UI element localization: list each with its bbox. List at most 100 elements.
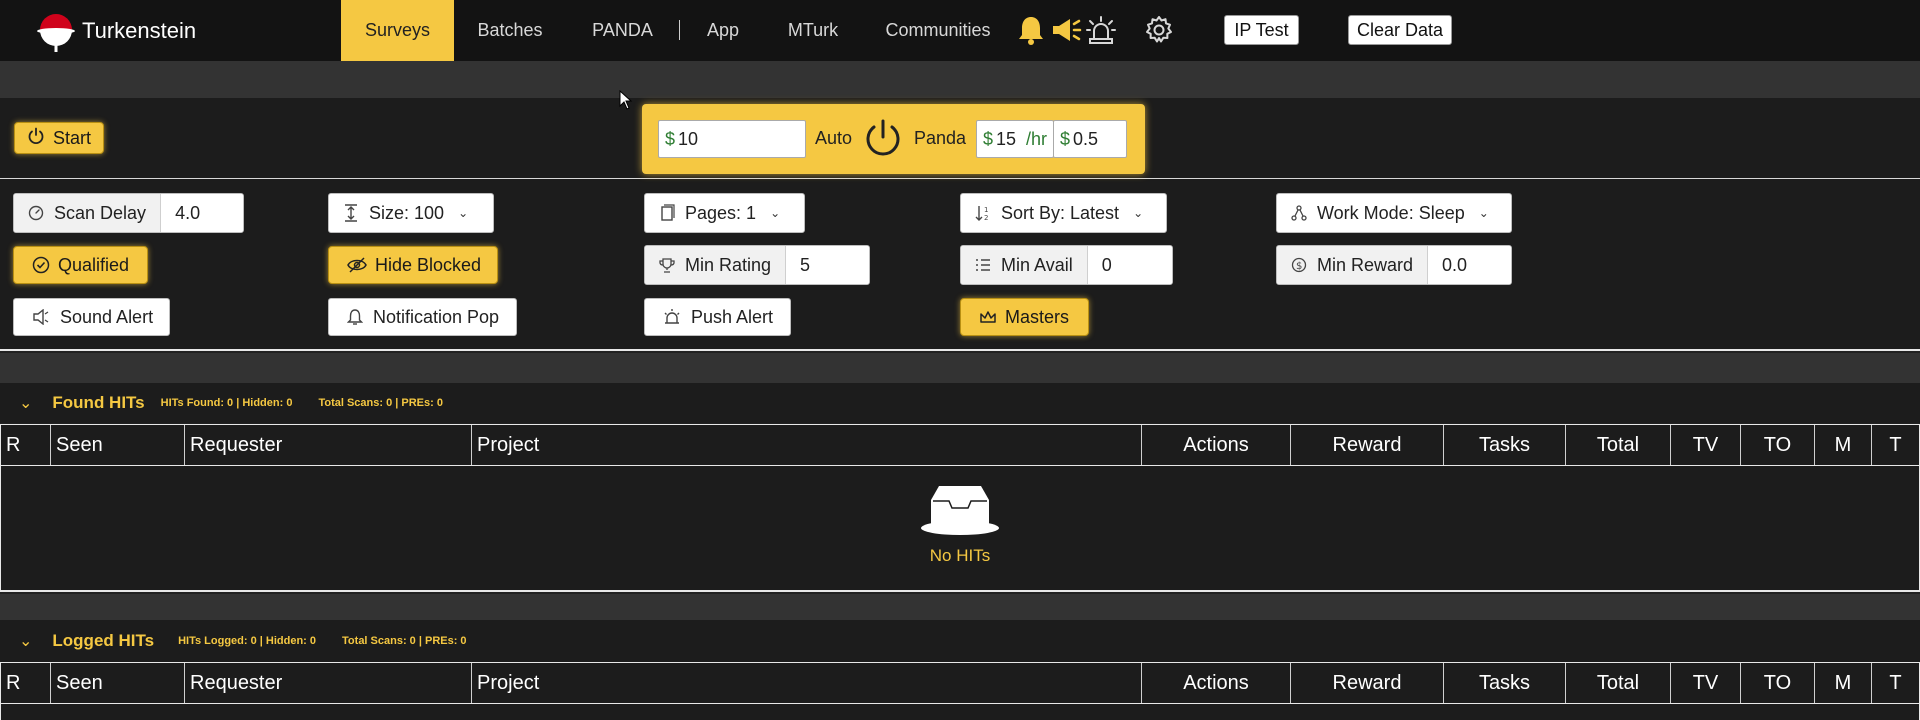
sound-alert-toggle[interactable]: Sound Alert [13, 298, 170, 336]
column-header-m[interactable]: M [1815, 425, 1872, 465]
column-header-r[interactable]: R [1, 425, 51, 465]
column-header-actions[interactable]: Actions [1142, 425, 1291, 465]
found-hits-header: ⌄ Found HITs HITs Found: 0 | Hidden: 0 T… [0, 383, 1920, 423]
logged-hits-table-body [0, 704, 1920, 720]
column-header-seen[interactable]: Seen [51, 425, 185, 465]
column-header-r[interactable]: R [1, 663, 51, 703]
panda-rate-input[interactable]: $ 15 /hr [976, 120, 1054, 158]
tab-communities[interactable]: Communities [876, 0, 1000, 61]
gear-icon[interactable] [1141, 12, 1177, 48]
chevron-down-icon: ⌄ [1133, 206, 1144, 220]
min-rating-value[interactable]: 5 [786, 246, 869, 284]
siren-icon[interactable] [1083, 12, 1119, 48]
start-label: Start [53, 127, 92, 148]
push-alert-toggle[interactable]: Push Alert [644, 298, 791, 336]
panda-label: Panda [914, 128, 967, 148]
size-dropdown[interactable]: Size: 100 ⌄ [328, 193, 494, 233]
rate-unit: /hr [1026, 128, 1048, 149]
tab-batches[interactable]: Batches [462, 0, 558, 61]
tab-panda[interactable]: PANDA [580, 0, 665, 61]
found-hits-stats: HITs Found: 0 | Hidden: 0 [160, 397, 293, 409]
logged-hits-table-header: R Seen Requester Project Actions Reward … [0, 662, 1920, 704]
section-spacer [0, 594, 1920, 620]
section-spacer [0, 353, 1920, 383]
coin-icon: $ [1291, 257, 1307, 273]
column-header-m[interactable]: M [1815, 663, 1872, 703]
hide-blocked-toggle[interactable]: Hide Blocked [328, 246, 498, 284]
panda-amount-input[interactable]: $ 10 [658, 120, 806, 158]
work-mode-dropdown[interactable]: Work Mode: Sleep ⌄ [1276, 193, 1512, 233]
chevron-down-icon[interactable]: ⌄ [19, 631, 32, 651]
ip-test-button[interactable]: IP Test [1224, 15, 1299, 45]
navbar: Turkenstein Surveys Batches PANDA App MT… [0, 0, 1920, 61]
scan-delay-label: Scan Delay [54, 202, 147, 223]
push-alert-label: Push Alert [691, 306, 774, 327]
pages-icon [661, 204, 675, 221]
megaphone-icon[interactable] [1048, 12, 1084, 48]
start-button[interactable]: Start [14, 122, 105, 154]
column-header-project[interactable]: Project [472, 425, 1142, 465]
min-reward-value[interactable]: 0.0 [1428, 246, 1511, 284]
column-header-total[interactable]: Total [1566, 425, 1671, 465]
min-rating-field[interactable]: Min Rating 5 [644, 245, 870, 285]
column-header-tv[interactable]: TV [1671, 663, 1741, 703]
pages-dropdown[interactable]: Pages: 1 ⌄ [644, 193, 805, 233]
hide-blocked-label: Hide Blocked [375, 254, 482, 275]
panda-power-toggle[interactable] [862, 117, 904, 159]
masters-label: Masters [1005, 306, 1070, 327]
panda-amount-value: 10 [678, 128, 699, 149]
column-header-to[interactable]: TO [1741, 663, 1815, 703]
column-header-tasks[interactable]: Tasks [1444, 663, 1566, 703]
found-hits-table-header: R Seen Requester Project Actions Reward … [0, 424, 1920, 466]
sort-icon: 12 [975, 206, 988, 222]
column-header-t[interactable]: T [1872, 663, 1919, 703]
column-header-requester[interactable]: Requester [185, 425, 472, 465]
column-header-project[interactable]: Project [472, 663, 1142, 703]
trophy-icon [659, 258, 675, 273]
min-reward-field[interactable]: $ Min Reward 0.0 [1276, 245, 1512, 285]
qualified-toggle[interactable]: Qualified [13, 246, 148, 284]
column-header-seen[interactable]: Seen [51, 663, 185, 703]
masters-toggle[interactable]: Masters [960, 298, 1089, 336]
dollar-sign: $ [665, 128, 676, 149]
scan-delay-field[interactable]: Scan Delay 4.0 [13, 193, 244, 233]
network-icon [1291, 205, 1307, 221]
column-header-actions[interactable]: Actions [1142, 663, 1291, 703]
tab-app[interactable]: App [694, 0, 752, 61]
chevron-down-icon: ⌄ [770, 206, 781, 220]
panda-min-input[interactable]: $ 0.5 [1053, 120, 1127, 158]
column-header-t[interactable]: T [1872, 425, 1919, 465]
tab-surveys[interactable]: Surveys [341, 0, 454, 61]
min-avail-field[interactable]: Min Avail 0 [960, 245, 1173, 285]
chevron-down-icon: ⌄ [458, 206, 469, 220]
brand[interactable]: Turkenstein [36, 0, 196, 61]
column-header-tasks[interactable]: Tasks [1444, 425, 1566, 465]
column-header-requester[interactable]: Requester [185, 663, 472, 703]
svg-text:2: 2 [984, 214, 988, 222]
eye-slash-icon [347, 257, 367, 273]
column-header-total[interactable]: Total [1566, 663, 1671, 703]
panda-control: $ 10 Auto Panda $ 15 /hr $ 0.5 [642, 104, 1145, 174]
tab-mturk[interactable]: MTurk [776, 0, 850, 61]
clear-data-button[interactable]: Clear Data [1348, 15, 1452, 45]
panda-min-value: 0.5 [1073, 128, 1099, 149]
logged-hits-header: ⌄ Logged HITs HITs Logged: 0 | Hidden: 0… [0, 620, 1920, 662]
notification-pop-toggle[interactable]: Notification Pop [328, 298, 517, 336]
sort-by-dropdown[interactable]: 12 Sort By: Latest ⌄ [960, 193, 1167, 233]
column-header-reward[interactable]: Reward [1291, 425, 1444, 465]
speaker-icon [33, 309, 49, 325]
bell-icon[interactable] [1013, 12, 1049, 48]
cursor-icon [619, 90, 633, 110]
chevron-down-icon[interactable]: ⌄ [19, 393, 32, 413]
min-reward-label: Min Reward [1317, 254, 1414, 275]
check-circle-icon [32, 256, 50, 274]
logged-hits-scans: Total Scans: 0 | PREs: 0 [342, 635, 467, 647]
column-header-tv[interactable]: TV [1671, 425, 1741, 465]
nav-divider [679, 20, 680, 40]
column-header-reward[interactable]: Reward [1291, 663, 1444, 703]
min-avail-value[interactable]: 0 [1087, 246, 1172, 284]
column-header-to[interactable]: TO [1741, 425, 1815, 465]
min-rating-label: Min Rating [685, 254, 772, 275]
scan-delay-value[interactable]: 4.0 [161, 194, 243, 232]
notification-pop-label: Notification Pop [373, 306, 500, 327]
